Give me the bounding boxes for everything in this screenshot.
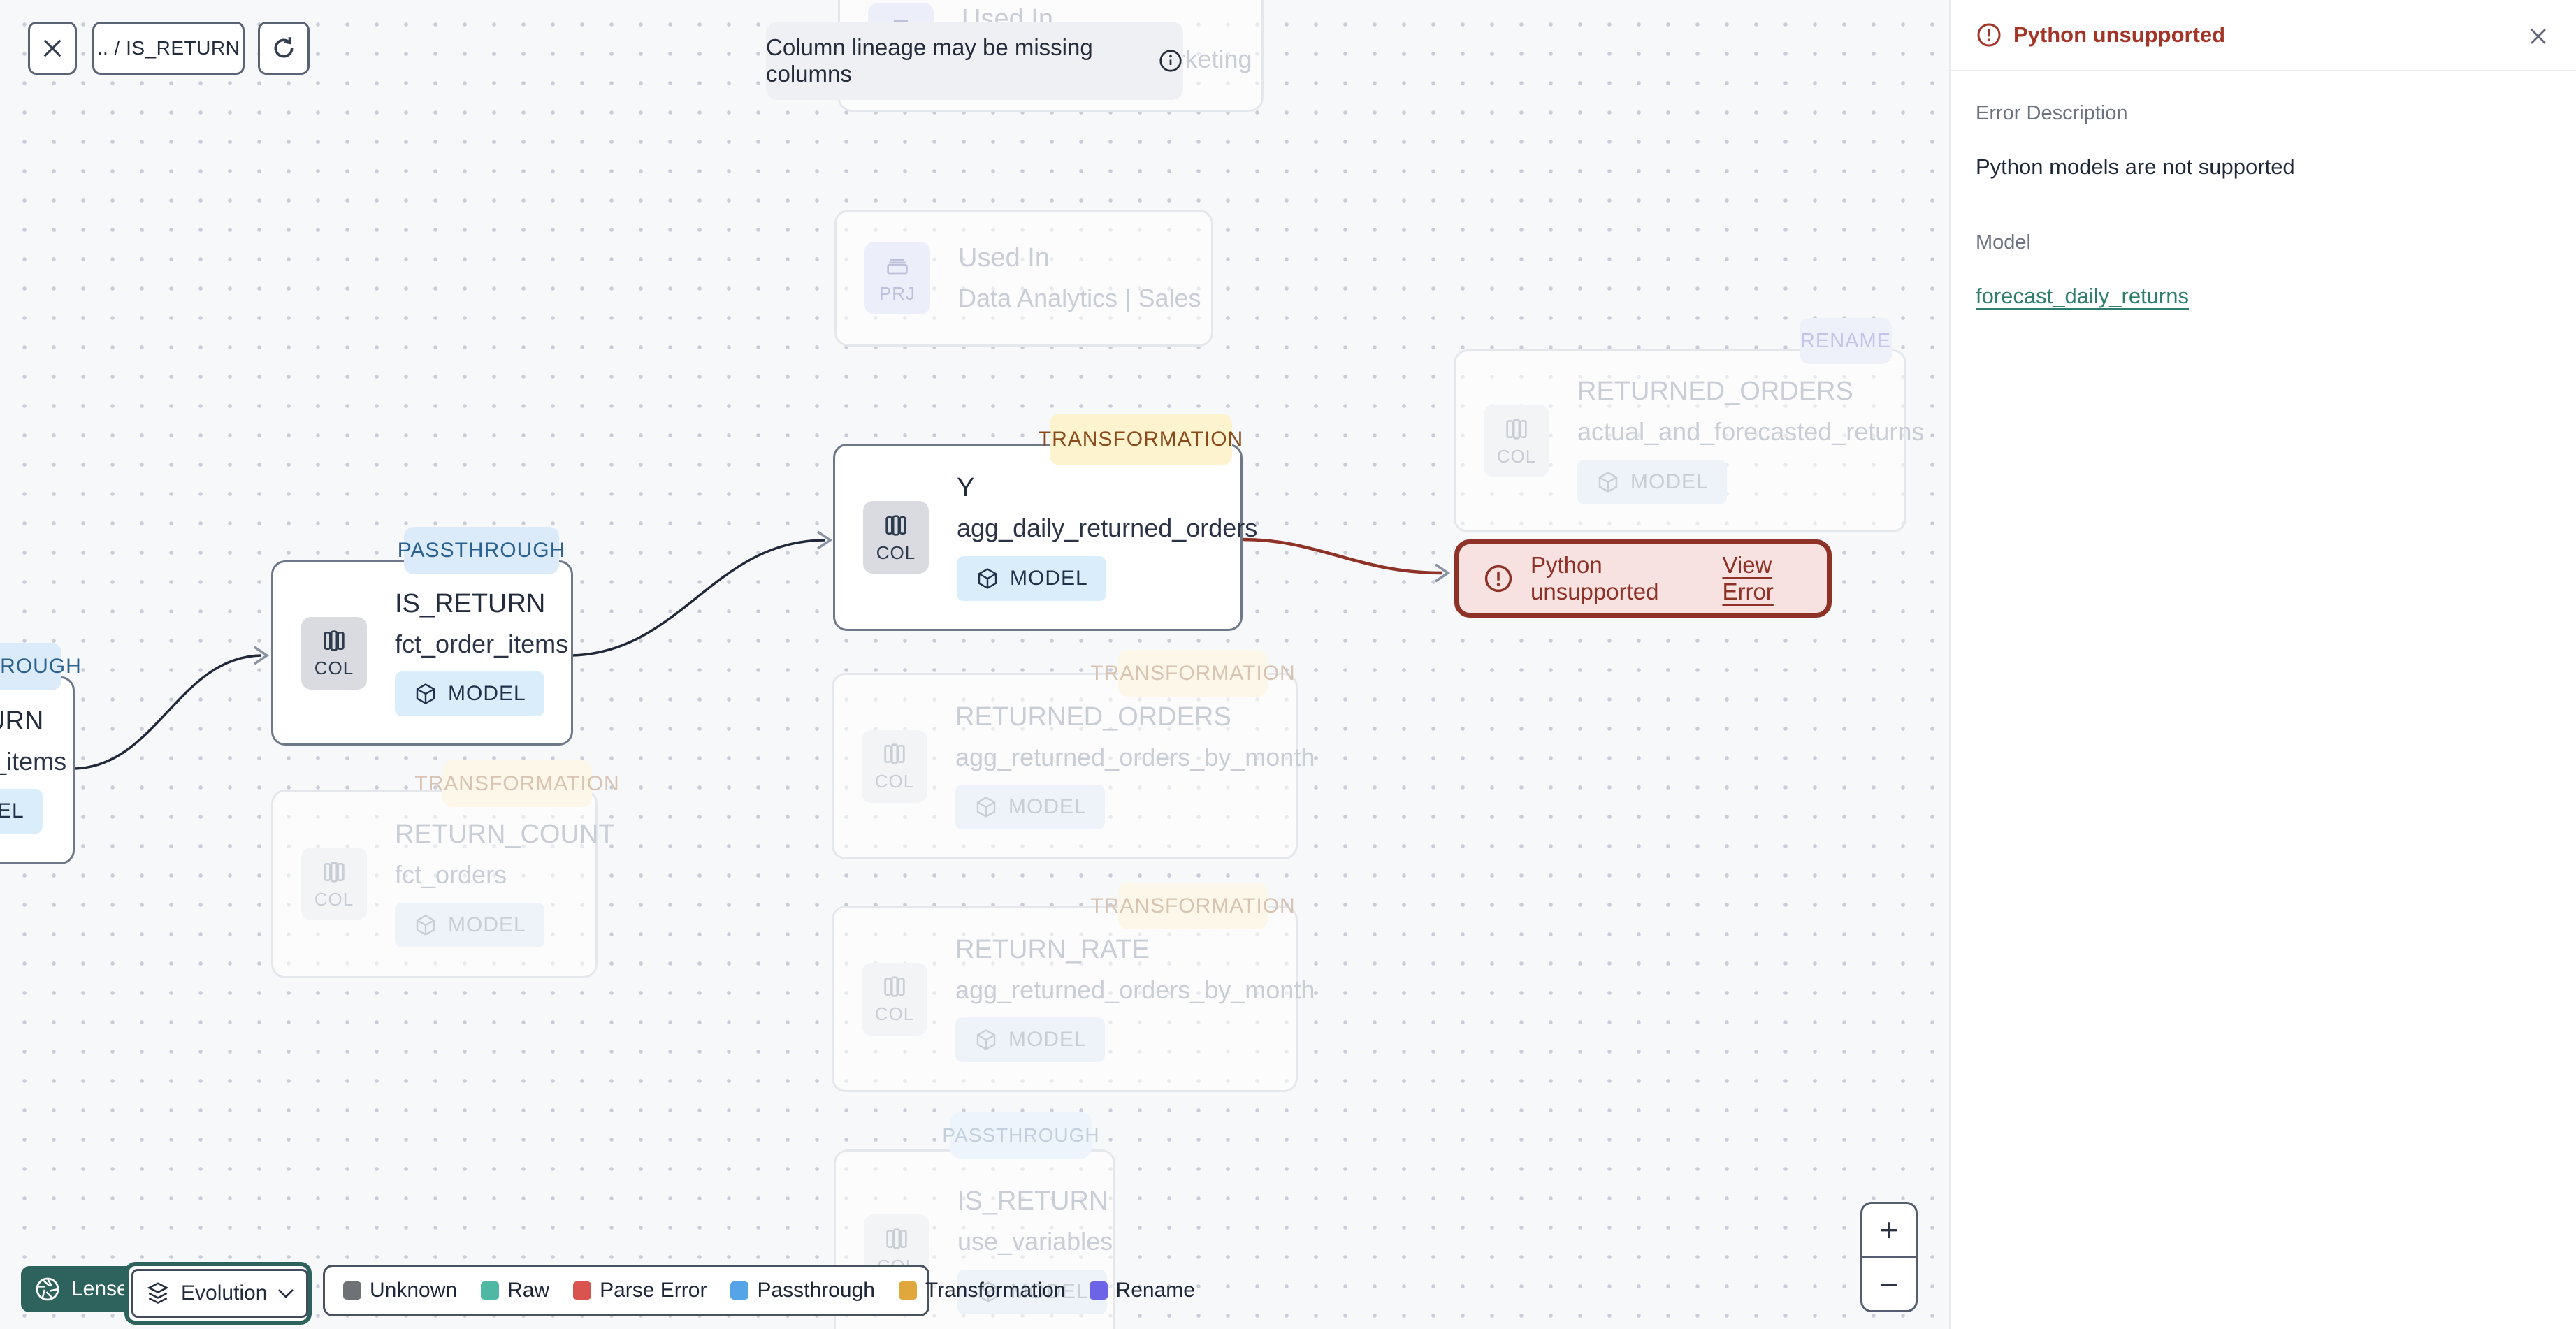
- model-badge: MODEL: [0, 789, 43, 834]
- close-icon: [2531, 29, 2546, 44]
- legend-label: Parse Error: [600, 1279, 707, 1302]
- legend-item-rename: Rename: [1089, 1279, 1195, 1302]
- node-title: Y: [957, 473, 975, 503]
- model-label: MODEL: [1010, 566, 1088, 590]
- icon-label: COL: [314, 658, 354, 678]
- error-icon: [1484, 565, 1512, 593]
- banner-message: Column lineage may be missing columns: [766, 34, 1093, 87]
- error-detail-panel: Python unsupported Error Description Pyt…: [1949, 0, 2576, 1329]
- panel-close-button[interactable]: [2520, 18, 2556, 55]
- zoom-controls: + −: [1860, 1202, 1918, 1312]
- badge-label: TRANSFORMATION: [1038, 428, 1244, 451]
- legend-item-passthrough: Passthrough: [730, 1279, 875, 1302]
- layers-icon: [147, 1282, 169, 1304]
- lens-select[interactable]: Evolution: [124, 1262, 312, 1325]
- model-label: Model: [1976, 231, 2031, 254]
- zoom-out-button[interactable]: −: [1862, 1258, 1916, 1311]
- model-label: MODEL: [0, 799, 24, 823]
- legend-label: Unknown: [370, 1279, 458, 1302]
- column-icon: COL: [301, 616, 367, 690]
- legend-swatch-passthrough: [730, 1281, 749, 1300]
- legend-item-parse-error: Parse Error: [573, 1279, 707, 1302]
- legend-label: Raw: [507, 1279, 550, 1302]
- lineage-canvas[interactable]: .. / IS_RETURN Column lineage may be mis…: [0, 0, 1949, 1329]
- aperture-icon: [36, 1277, 59, 1301]
- lineage-warning-banner: Column lineage may be missing columns: [766, 22, 1183, 100]
- node-subtitle: fct_order_items: [0, 746, 67, 776]
- node-title: IS_RETURN: [395, 588, 546, 618]
- col-glyph-icon: [885, 514, 906, 536]
- node-is-return[interactable]: COL IS_RETURN fct_order_items MODEL: [271, 560, 573, 746]
- badge-passthrough: PASSTHROUGH: [398, 527, 565, 574]
- node-y-agg-daily-returned-orders[interactable]: COL Y agg_daily_returned_orders MODEL: [833, 444, 1257, 631]
- panel-body: Error Description Python models are not …: [1951, 71, 2576, 340]
- lineage-legend: Unknown Raw Parse Error Passthrough Tran…: [323, 1265, 1195, 1316]
- legend-label: Rename: [1115, 1279, 1195, 1302]
- legend-item-unknown: Unknown: [343, 1279, 457, 1302]
- lens-selected-label: Evolution: [181, 1281, 268, 1305]
- legend-swatch-rename: [1089, 1281, 1108, 1300]
- lenses-button[interactable]: Lenses: [21, 1266, 139, 1312]
- col-glyph-icon: [324, 630, 345, 651]
- edge-left-to-isreturn: [74, 654, 262, 770]
- legend-label: Transformation: [925, 1279, 1066, 1302]
- legend-swatch-raw: [481, 1281, 500, 1300]
- model-link[interactable]: forecast_daily_returns: [1976, 284, 2189, 309]
- error-chip-python-unsupported[interactable]: Python unsupported View Error: [1454, 539, 1832, 618]
- legend-swatch-unknown: [343, 1281, 361, 1300]
- chevron-down-icon: [278, 1289, 294, 1298]
- badge-passthrough: PASSTHROUGH: [0, 643, 81, 690]
- cube-icon: [416, 683, 435, 705]
- zoom-in-button[interactable]: +: [1862, 1204, 1916, 1258]
- panel-header: Python unsupported: [1951, 0, 2576, 71]
- edge-y-to-error: [1242, 537, 1443, 575]
- badge-transformation: TRANSFORMATION: [1039, 414, 1243, 465]
- node-subtitle: agg_daily_returned_orders: [957, 514, 1258, 543]
- cube-icon: [978, 567, 997, 589]
- legend-item-transformation: Transformation: [898, 1279, 1066, 1302]
- badge-label: PASSTHROUGH: [0, 655, 82, 678]
- legend-label: Passthrough: [757, 1279, 875, 1302]
- model-badge: MODEL: [395, 671, 544, 717]
- lineage-app: .. / IS_RETURN Column lineage may be mis…: [0, 0, 2576, 1329]
- model-label: MODEL: [448, 682, 526, 706]
- legend-swatch-transformation: [898, 1281, 917, 1300]
- view-error-link[interactable]: View Error: [1722, 552, 1803, 605]
- legend-item-raw: Raw: [481, 1279, 549, 1302]
- node-subtitle: fct_order_items: [395, 629, 569, 658]
- column-icon: COL: [863, 501, 929, 574]
- info-icon[interactable]: [1158, 48, 1183, 73]
- error-icon: [1977, 23, 2001, 47]
- error-description-text: Python models are not supported: [1976, 154, 2295, 179]
- legend-swatch-parse-error: [573, 1281, 592, 1300]
- error-chip-label: Python unsupported: [1531, 552, 1659, 604]
- panel-title: Python unsupported: [2013, 22, 2226, 47]
- icon-label: COL: [876, 542, 916, 563]
- node-is-return-clipped[interactable]: COL IS_RETURN fct_order_items MODEL: [0, 676, 75, 864]
- model-badge: MODEL: [957, 555, 1106, 601]
- edge-isreturn-to-y: [571, 539, 825, 657]
- node-title: IS_RETURN: [0, 706, 44, 736]
- error-description-label: Error Description: [1976, 102, 2128, 124]
- badge-label: PASSTHROUGH: [397, 539, 566, 562]
